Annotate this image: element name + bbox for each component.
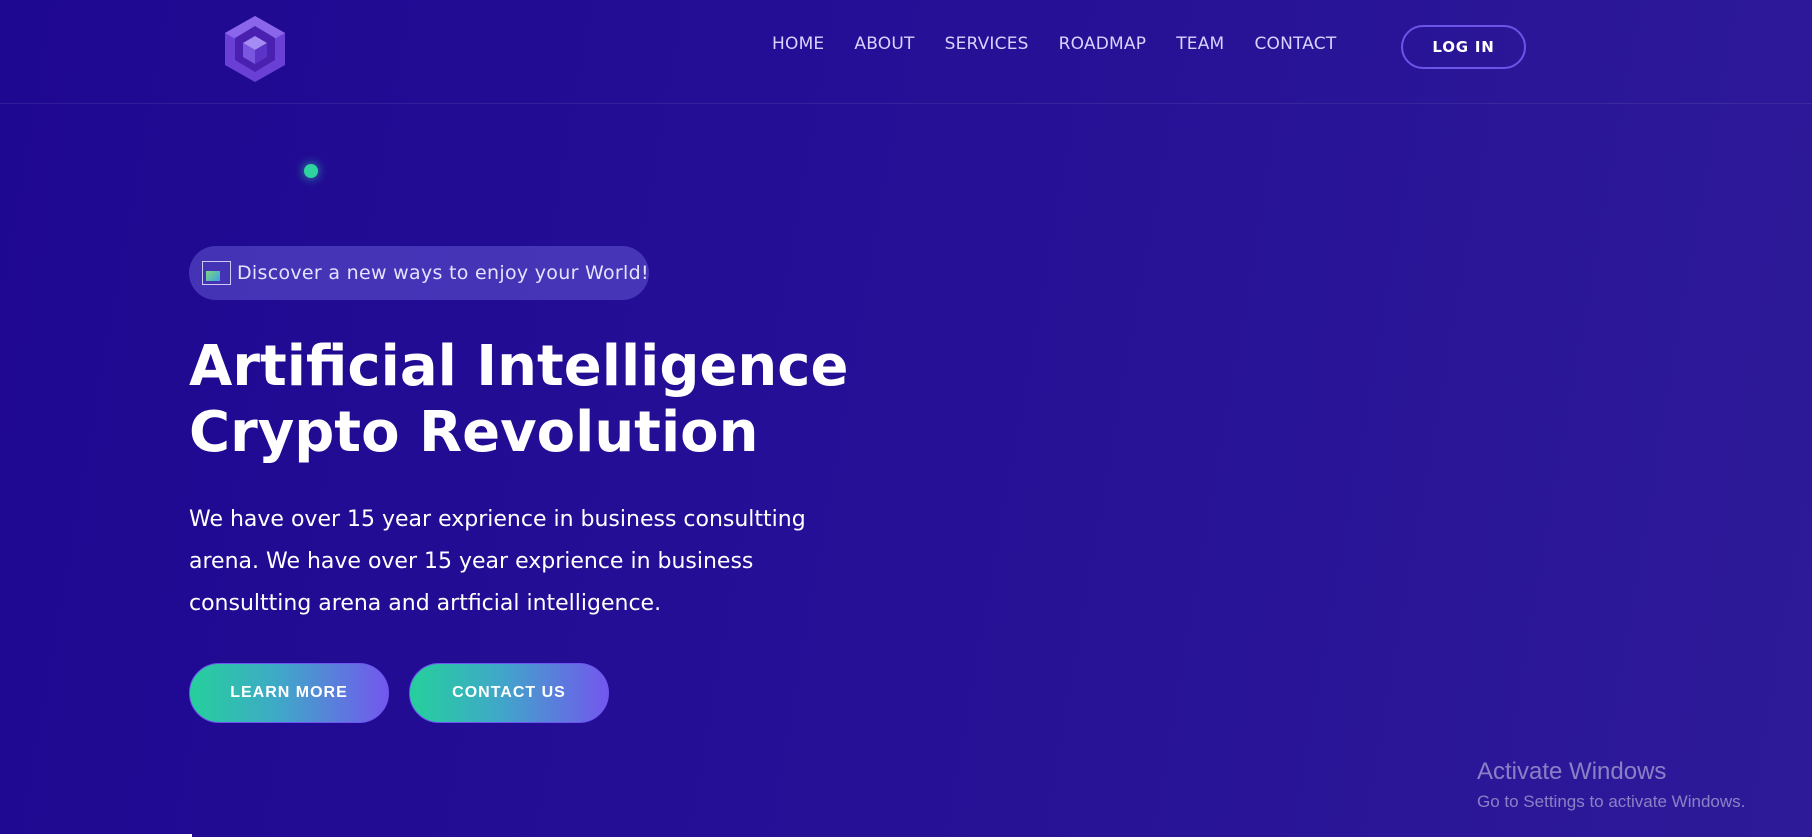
hexagon-cube-icon[interactable]	[222, 14, 288, 84]
activate-windows-watermark: Activate Windows Go to Settings to activ…	[1477, 758, 1745, 812]
hero-title: Artificial Intelligence Crypto Revolutio…	[189, 334, 889, 466]
broken-image-icon	[202, 261, 231, 285]
contact-us-button[interactable]: CONTACT US	[409, 663, 609, 723]
nav-services[interactable]: SERVICES	[945, 34, 1029, 54]
decorative-dot	[304, 164, 318, 178]
nav-home[interactable]: HOME	[772, 34, 824, 54]
learn-more-button[interactable]: LEARN MORE	[189, 663, 389, 723]
watermark-subtitle: Go to Settings to activate Windows.	[1477, 792, 1746, 811]
nav-team[interactable]: TEAM	[1176, 34, 1224, 54]
main-nav: HOME ABOUT SERVICES ROADMAP TEAM CONTACT	[772, 34, 1366, 54]
tagline-pill: Discover a new ways to enjoy your World!	[189, 246, 649, 300]
hero-title-line2: Crypto Revolution	[189, 400, 759, 465]
hero-title-line1: Artificial Intelligence	[189, 334, 849, 399]
nav-roadmap[interactable]: ROADMAP	[1059, 34, 1147, 54]
tagline-text: Discover a new ways to enjoy your World!	[237, 262, 649, 284]
nav-contact[interactable]: CONTACT	[1254, 34, 1336, 54]
site-header: HOME ABOUT SERVICES ROADMAP TEAM CONTACT…	[0, 0, 1812, 104]
nav-about[interactable]: ABOUT	[854, 34, 914, 54]
hero-description: We have over 15 year exprience in busine…	[189, 507, 806, 616]
login-button[interactable]: LOG IN	[1401, 25, 1526, 69]
watermark-title: Activate Windows	[1477, 758, 1667, 785]
